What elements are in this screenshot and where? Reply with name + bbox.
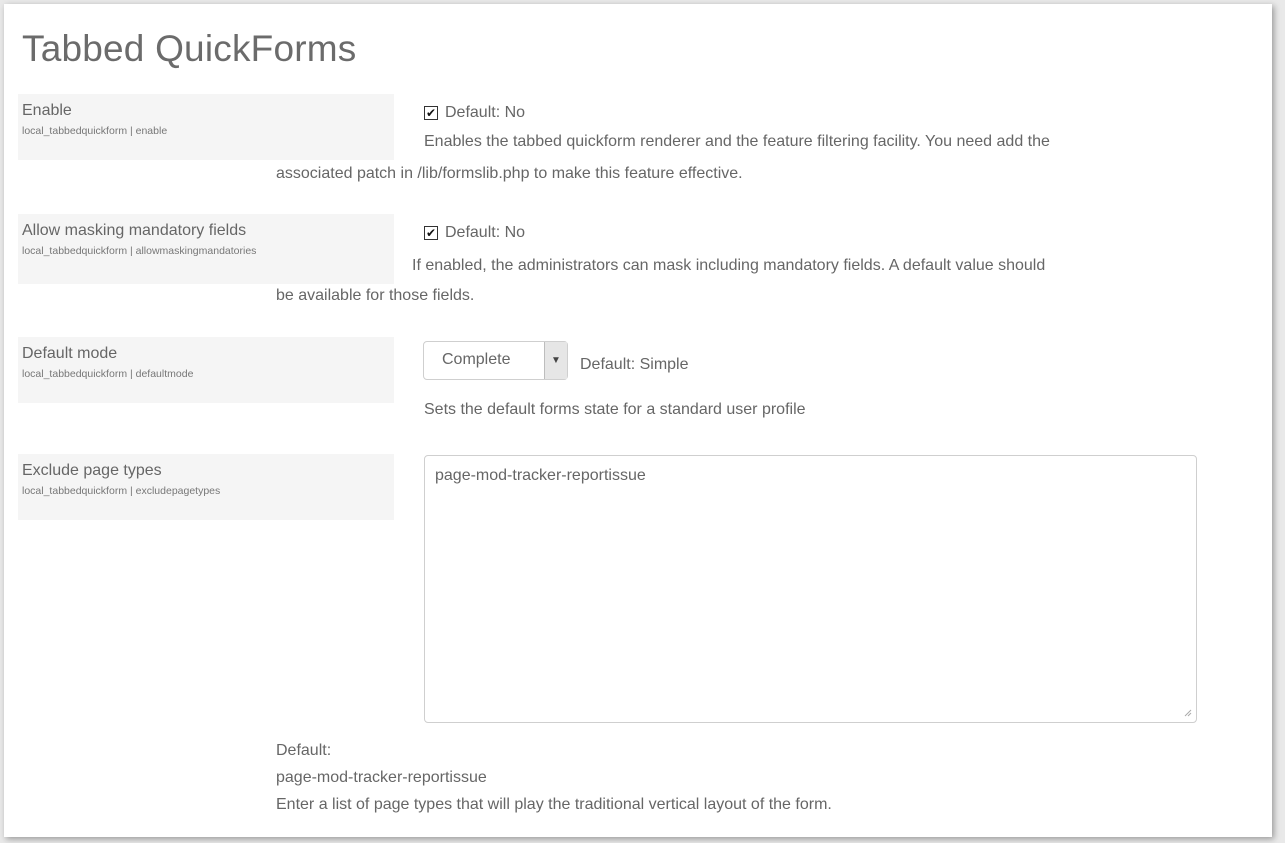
setting-label-enable: Enable local_tabbedquickform | enable bbox=[18, 94, 394, 160]
select-value: Complete bbox=[442, 351, 511, 368]
setting-name: Exclude page types bbox=[22, 462, 162, 479]
resize-grip-icon[interactable] bbox=[1182, 707, 1192, 717]
default-label: Default: bbox=[276, 742, 332, 759]
setting-label-excludepagetypes: Exclude page types local_tabbedquickform… bbox=[18, 454, 394, 520]
default-value: Default: No bbox=[445, 104, 526, 121]
setting-label-defaultmode: Default mode local_tabbedquickform | def… bbox=[18, 337, 394, 403]
setting-name: Default mode bbox=[22, 345, 118, 362]
page-title: Tabbed QuickForms bbox=[22, 28, 357, 69]
setting-key: local_tabbedquickform | excludepagetypes bbox=[22, 485, 221, 497]
setting-key: local_tabbedquickform | enable bbox=[22, 125, 168, 137]
setting-description: Sets the default forms state for a stand… bbox=[424, 401, 806, 418]
setting-description: associated patch in /lib/formslib.php to… bbox=[276, 165, 743, 182]
setting-key: local_tabbedquickform | allowmaskingmand… bbox=[22, 245, 257, 257]
setting-description: Enables the tabbed quickform renderer an… bbox=[424, 133, 1050, 150]
defaultmode-select[interactable]: Complete ▼ bbox=[423, 341, 568, 380]
setting-key: local_tabbedquickform | defaultmode bbox=[22, 368, 194, 380]
setting-name: Allow masking mandatory fields bbox=[22, 222, 247, 239]
default-value: Default: Simple bbox=[580, 356, 689, 373]
allowmasking-checkbox[interactable]: ✔ bbox=[424, 226, 438, 240]
default-value: page-mod-tracker-reportissue bbox=[276, 769, 487, 786]
default-value: Default: No bbox=[445, 224, 526, 241]
setting-name: Enable bbox=[22, 102, 72, 119]
allowmasking-checkbox-row: ✔ Default: No bbox=[424, 224, 525, 242]
excludepagetypes-textarea[interactable]: page-mod-tracker-reportissue bbox=[424, 455, 1197, 723]
enable-checkbox[interactable]: ✔ bbox=[424, 106, 438, 120]
setting-description: be available for those fields. bbox=[276, 287, 475, 304]
settings-panel: Tabbed QuickForms Enable local_tabbedqui… bbox=[4, 4, 1272, 837]
setting-description: If enabled, the administrators can mask … bbox=[412, 257, 1046, 274]
setting-label-allowmasking: Allow masking mandatory fields local_tab… bbox=[18, 214, 394, 284]
chevron-down-icon[interactable]: ▼ bbox=[544, 342, 567, 379]
enable-checkbox-row: ✔ Default: No bbox=[424, 104, 525, 122]
setting-description: Enter a list of page types that will pla… bbox=[276, 796, 832, 813]
